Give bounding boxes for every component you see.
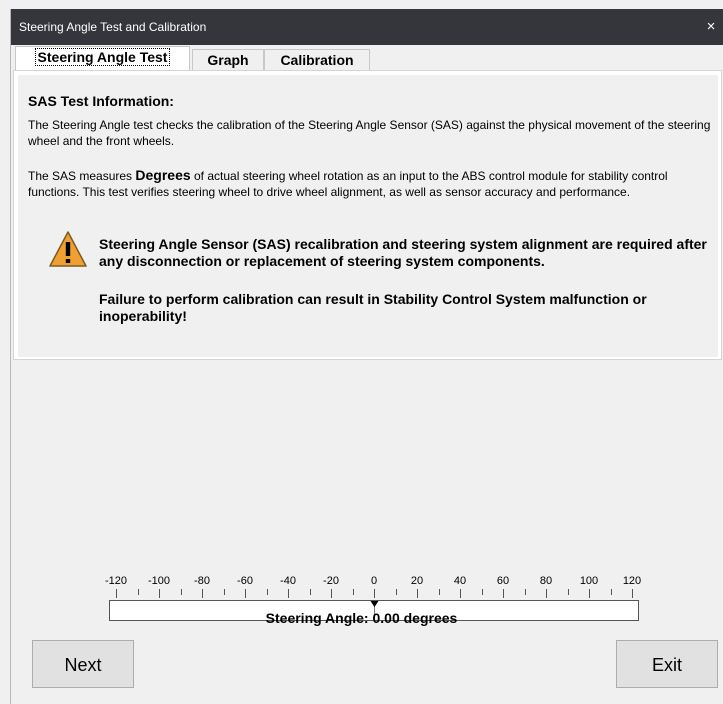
tick-label: -40	[280, 575, 296, 587]
tick-label: 20	[411, 575, 423, 587]
tick-label: 80	[540, 575, 552, 587]
next-button[interactable]: Next	[32, 640, 134, 688]
tick-label: -60	[237, 575, 253, 587]
tick-label: 0	[371, 575, 377, 587]
tick-label: -120	[105, 575, 127, 587]
exit-button[interactable]: Exit	[616, 640, 718, 688]
tick-label: -80	[194, 575, 210, 587]
tick-label: -100	[148, 575, 170, 587]
steering-angle-gauge: -120 -100 -80 -60 -40 -20 0 20 40 60 80 100 120	[105, 575, 641, 621]
tick-label: 100	[580, 575, 598, 587]
tick-label: 60	[497, 575, 509, 587]
tick-label: 40	[454, 575, 466, 587]
steering-angle-readout: Steering Angle: 0.00 degrees	[265, 610, 458, 626]
tick-label: -20	[323, 575, 339, 587]
tick-label: 120	[623, 575, 641, 587]
